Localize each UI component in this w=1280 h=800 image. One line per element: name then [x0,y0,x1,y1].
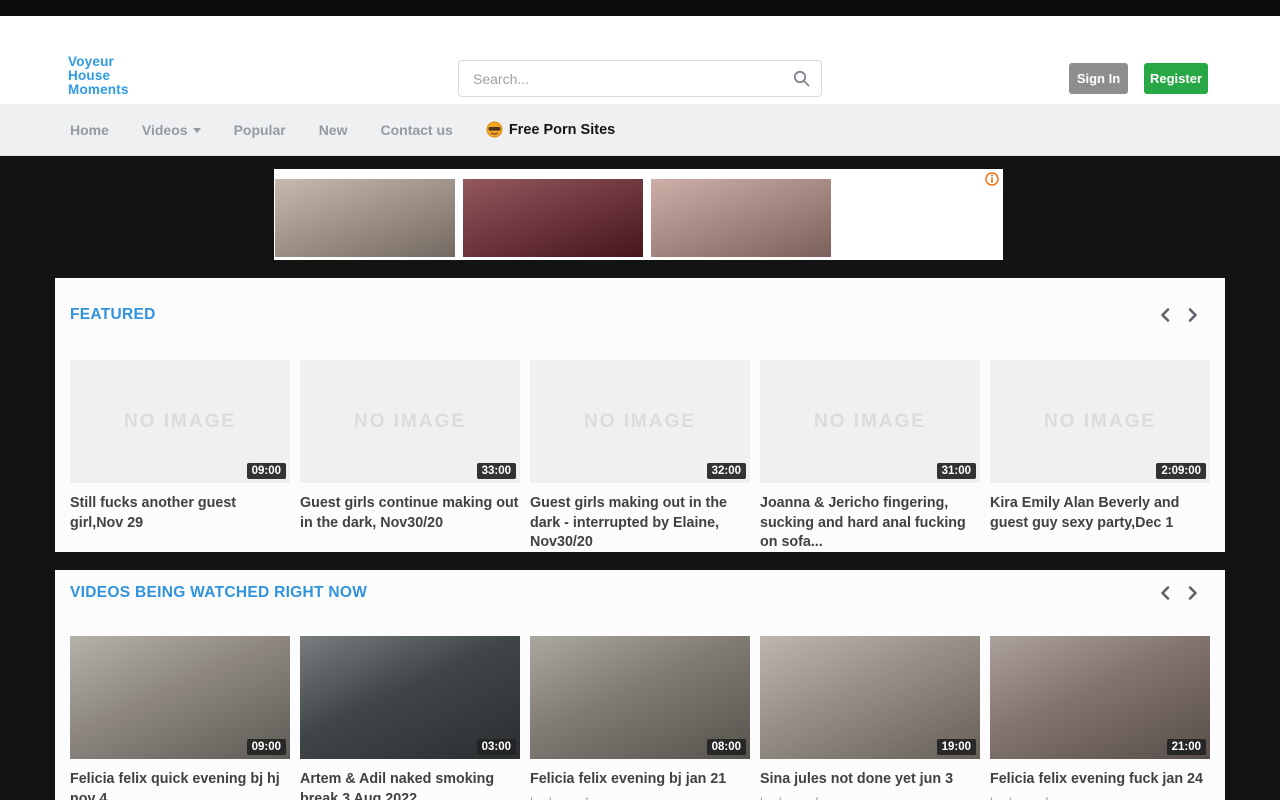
featured-section: FEATURED NO IMAGE 09:00 Still fucks anot… [55,278,1225,552]
duration-badge: 32:00 [707,463,746,479]
emoji-face-icon [486,121,503,138]
nav-item-home[interactable]: Home [70,122,109,138]
video-card: NO IMAGE 2:09:00 Kira Emily Alan Beverly… [990,360,1210,553]
video-card: 19:00 Sina jules not done yet jun 3 bedr… [760,636,980,800]
video-thumbnail[interactable]: NO IMAGE 32:00 [530,360,750,483]
video-meta[interactable]: bedroom f [990,795,1210,800]
logo-line-3: Moments [68,83,129,97]
video-title[interactable]: Felicia felix evening fuck jan 24 [990,770,1210,790]
nav-popular-label: Popular [234,122,286,138]
video-title[interactable]: Felicia felix quick evening bj hj nov 4 [70,770,290,800]
logo-line-2: House [68,69,129,83]
main-nav: Home Videos Popular New Contact us Free … [0,104,1280,156]
video-thumbnail[interactable]: 03:00 [300,636,520,759]
video-title[interactable]: Guest girls making out in the dark - int… [530,494,750,553]
ad-info-icon[interactable] [985,172,999,186]
video-card: NO IMAGE 09:00 Still fucks another guest… [70,360,290,553]
video-title[interactable]: Guest girls continue making out in the d… [300,494,520,533]
video-card: 03:00 Artem & Adil naked smoking break 3… [300,636,520,800]
duration-badge: 09:00 [247,463,286,479]
prev-arrow-icon[interactable] [1158,585,1174,601]
nav-home-label: Home [70,122,109,138]
video-thumbnail[interactable]: NO IMAGE 2:09:00 [990,360,1210,483]
nav-contact-label: Contact us [380,122,452,138]
chevron-down-icon [193,128,201,133]
logo-line-1: Voyeur [68,55,129,69]
featured-title: FEATURED [70,306,156,324]
ad-thumbnail[interactable] [463,179,643,257]
video-thumbnail[interactable]: 21:00 [990,636,1210,759]
nav-item-videos[interactable]: Videos [142,122,201,138]
no-image-watermark: NO IMAGE [124,411,236,433]
site-header: Voyeur House Moments Sign In Register [0,16,1280,104]
video-thumbnail[interactable]: 09:00 [70,636,290,759]
duration-badge: 03:00 [477,739,516,755]
free-porn-sites-label: Free Porn Sites [509,122,615,138]
video-thumbnail[interactable]: NO IMAGE 33:00 [300,360,520,483]
video-card: 21:00 Felicia felix evening fuck jan 24 … [990,636,1210,800]
no-image-watermark: NO IMAGE [1044,411,1156,433]
search-input[interactable] [458,60,822,97]
watched-carousel-arrows [1158,585,1200,601]
video-title[interactable]: Still fucks another guest girl,Nov 29 [70,494,290,533]
ad-thumbnail[interactable] [651,179,831,257]
video-card: 09:00 Felicia felix quick evening bj hj … [70,636,290,800]
section-gap [0,552,1280,570]
video-thumbnail[interactable]: NO IMAGE 09:00 [70,360,290,483]
video-card: NO IMAGE 33:00 Guest girls continue maki… [300,360,520,553]
video-meta[interactable]: bedroom f [760,795,980,800]
register-button[interactable]: Register [1144,63,1208,94]
video-thumbnail[interactable]: 19:00 [760,636,980,759]
duration-badge: 2:09:00 [1156,463,1206,479]
video-title[interactable]: Joanna & Jericho fingering, sucking and … [760,494,980,553]
nav-videos-label: Videos [142,122,188,138]
video-card: NO IMAGE 31:00 Joanna & Jericho fingerin… [760,360,980,553]
duration-badge: 19:00 [937,739,976,755]
search-icon[interactable] [793,70,810,87]
duration-badge: 31:00 [937,463,976,479]
nav-new-label: New [319,122,348,138]
video-card: 08:00 Felicia felix evening bj jan 21 be… [530,636,750,800]
ad-thumbnail[interactable] [275,179,455,257]
ad-thumbnails [275,179,831,257]
top-strip [0,0,1280,16]
sign-in-button[interactable]: Sign In [1069,63,1128,94]
ad-container [274,169,1003,260]
nav-item-popular[interactable]: Popular [234,122,286,138]
search-bar [458,60,822,97]
video-title[interactable]: Artem & Adil naked smoking break 3 Aug 2… [300,770,520,800]
video-title[interactable]: Felicia felix evening bj jan 21 [530,770,750,790]
nav-item-free-porn-sites[interactable]: Free Porn Sites [486,121,615,138]
site-logo[interactable]: Voyeur House Moments [68,55,129,97]
duration-badge: 08:00 [707,739,746,755]
video-title[interactable]: Sina jules not done yet jun 3 [760,770,980,790]
ad-band [0,156,1280,278]
no-image-watermark: NO IMAGE [584,411,696,433]
watched-title: VIDEOS BEING WATCHED RIGHT NOW [70,584,367,602]
prev-arrow-icon[interactable] [1158,307,1174,323]
watched-section: VIDEOS BEING WATCHED RIGHT NOW 09:00 Fel… [55,570,1225,800]
nav-item-new[interactable]: New [319,122,348,138]
video-title[interactable]: Kira Emily Alan Beverly and guest guy se… [990,494,1210,533]
video-card: NO IMAGE 32:00 Guest girls making out in… [530,360,750,553]
video-thumbnail[interactable]: 08:00 [530,636,750,759]
duration-badge: 09:00 [247,739,286,755]
no-image-watermark: NO IMAGE [354,411,466,433]
duration-badge: 21:00 [1167,739,1206,755]
video-thumbnail[interactable]: NO IMAGE 31:00 [760,360,980,483]
next-arrow-icon[interactable] [1184,307,1200,323]
nav-item-contact[interactable]: Contact us [380,122,452,138]
featured-carousel-arrows [1158,307,1200,323]
no-image-watermark: NO IMAGE [814,411,926,433]
video-meta[interactable]: bedroom f [530,795,750,800]
duration-badge: 33:00 [477,463,516,479]
next-arrow-icon[interactable] [1184,585,1200,601]
